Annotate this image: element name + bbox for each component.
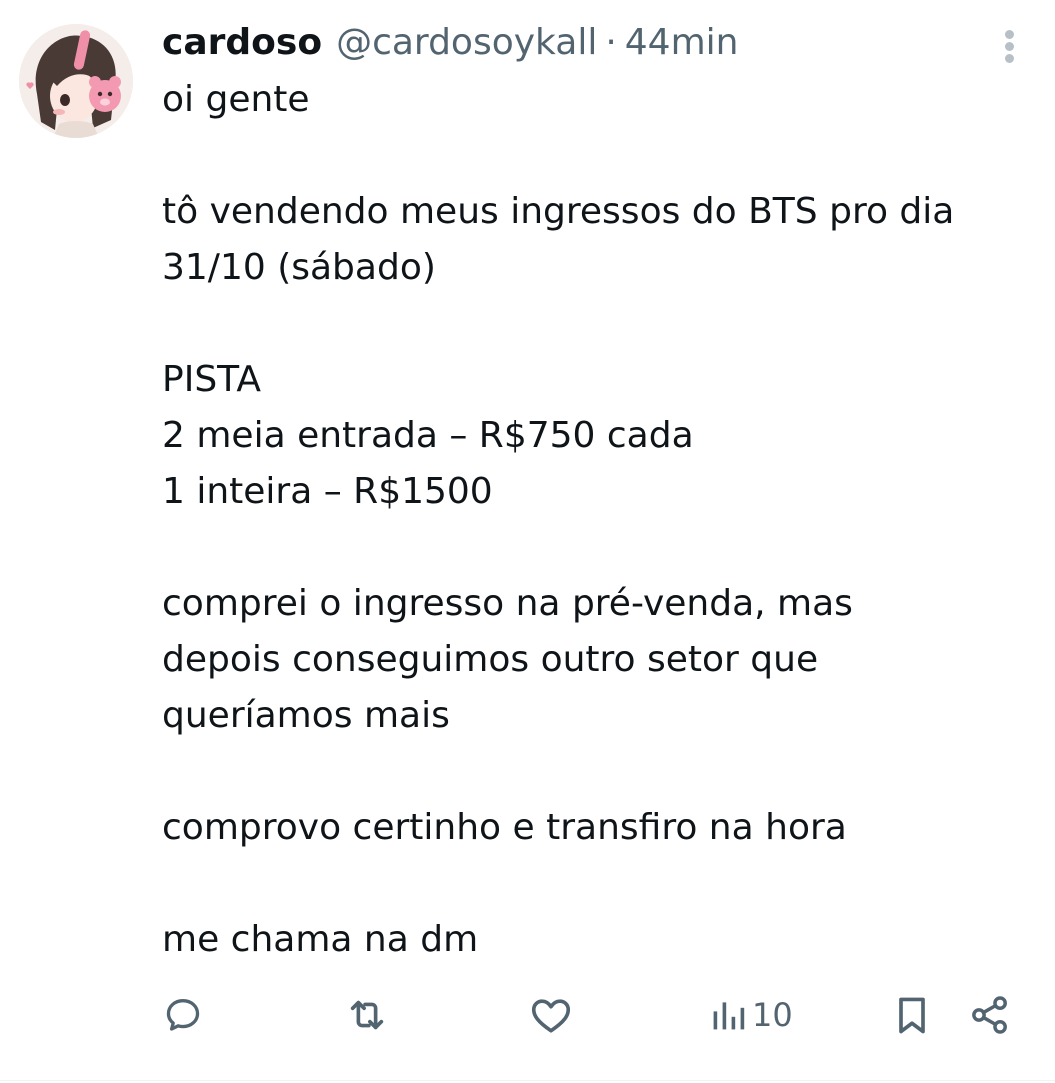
bookmark-button[interactable]	[890, 990, 934, 1040]
text-line: 31/10 (sábado)	[162, 247, 436, 288]
text-line: tô vendendo meus ingressos do BTS pro di…	[162, 191, 955, 232]
action-bar: 10	[0, 990, 1055, 1040]
tweet: cardoso @cardosoykall · 44min oi gente t…	[0, 0, 1055, 1083]
reply-icon	[166, 998, 200, 1031]
heart-icon	[531, 999, 571, 1033]
text-line: comprovo certinho e transfiro na hora	[162, 807, 847, 848]
text-line: oi gente	[162, 79, 310, 120]
retweet-icon	[350, 1000, 384, 1030]
bookmark-icon	[899, 997, 925, 1034]
views-button[interactable]: 10	[710, 990, 793, 1040]
like-button[interactable]	[528, 990, 574, 1040]
divider	[0, 1080, 1055, 1081]
tweet-text: oi gente tô vendendo meus ingressos do B…	[162, 72, 1032, 968]
text-line: 2 meia entrada – R$750 cada	[162, 415, 694, 456]
text-line: 1 inteira – R$1500	[162, 471, 493, 512]
text-line: queríamos mais	[162, 695, 450, 736]
text-line: PISTA	[162, 359, 261, 400]
separator: ·	[605, 22, 617, 63]
avatar-icon	[19, 24, 133, 138]
views-count: 10	[752, 996, 793, 1034]
text-line: me chama na dm	[162, 919, 479, 960]
reply-button[interactable]	[162, 990, 204, 1040]
views-chart-icon	[713, 1002, 745, 1030]
share-icon	[972, 996, 1007, 1034]
tweet-header: cardoso @cardosoykall · 44min	[162, 18, 738, 68]
avatar[interactable]	[19, 24, 133, 138]
handle[interactable]: @cardosoykall	[336, 18, 597, 68]
more-options-button[interactable]	[996, 28, 1024, 64]
text-line: depois conseguimos outro setor que	[162, 639, 819, 680]
share-button[interactable]	[968, 990, 1012, 1040]
display-name[interactable]: cardoso	[162, 18, 322, 68]
text-line: comprei o ingresso na pré-venda, mas	[162, 583, 853, 624]
timestamp[interactable]: 44min	[625, 18, 739, 68]
retweet-button[interactable]	[344, 990, 390, 1040]
